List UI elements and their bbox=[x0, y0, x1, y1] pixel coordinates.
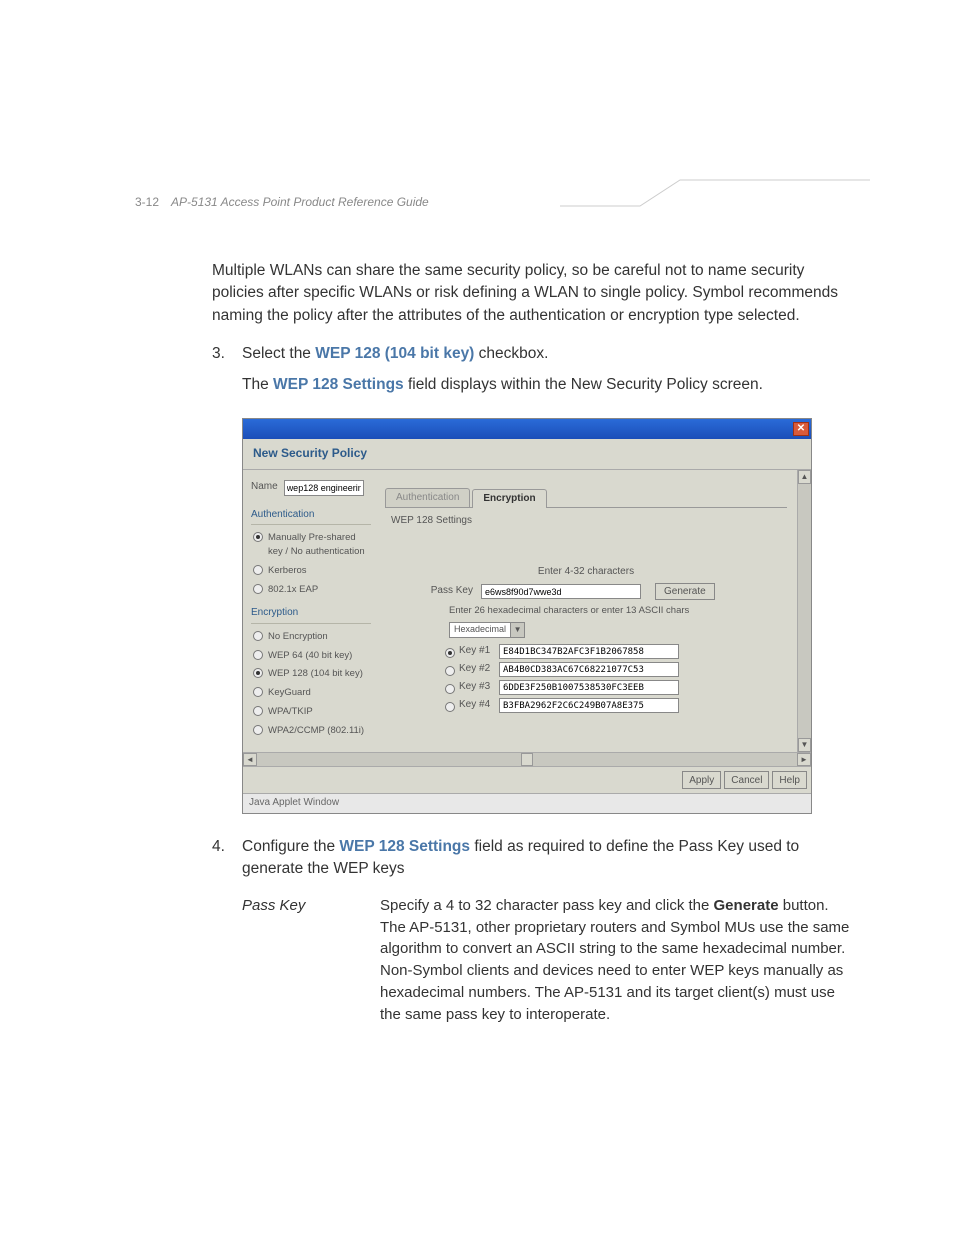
enc-option-wpa2ccmp[interactable]: WPA2/CCMP (802.11i) bbox=[251, 724, 371, 738]
cancel-button[interactable]: Cancel bbox=[724, 771, 769, 789]
wep128-settings-link: WEP 128 Settings bbox=[273, 376, 404, 393]
scroll-up-icon[interactable]: ▲ bbox=[798, 470, 811, 484]
key1-input[interactable] bbox=[499, 644, 679, 659]
step-3-line2: The WEP 128 Settings field displays with… bbox=[242, 374, 854, 396]
chevron-down-icon[interactable]: ▼ bbox=[510, 623, 524, 637]
step-4-text: Configure the WEP 128 Settings field as … bbox=[242, 836, 854, 881]
key2-label: Key #2 bbox=[459, 662, 499, 677]
scroll-left-icon[interactable]: ◄ bbox=[243, 753, 257, 766]
key-row-1: Key #1 bbox=[445, 644, 781, 659]
key3-radio[interactable] bbox=[445, 684, 455, 694]
name-label: Name bbox=[251, 480, 278, 495]
key1-label: Key #1 bbox=[459, 644, 499, 659]
scroll-down-icon[interactable]: ▼ bbox=[798, 738, 811, 752]
close-icon[interactable]: ✕ bbox=[793, 422, 809, 436]
wep128-link: WEP 128 (104 bit key) bbox=[315, 345, 474, 362]
wep128-settings-link2: WEP 128 Settings bbox=[339, 838, 470, 855]
help-button[interactable]: Help bbox=[772, 771, 807, 789]
page-number: 3-12 bbox=[135, 195, 159, 209]
fieldset-label: WEP 128 Settings bbox=[391, 514, 781, 529]
auth-option-manual[interactable]: Manually Pre-shared key / No authenticat… bbox=[251, 531, 371, 559]
key3-input[interactable] bbox=[499, 680, 679, 695]
char-note: Enter 4-32 characters bbox=[391, 565, 781, 580]
generate-bold: Generate bbox=[714, 897, 779, 914]
passkey-description: Specify a 4 to 32 character pass key and… bbox=[380, 895, 854, 1026]
format-value: Hexadecimal bbox=[450, 623, 510, 636]
passkey-input[interactable] bbox=[481, 584, 641, 599]
key-row-2: Key #2 bbox=[445, 662, 781, 677]
enc-header: Encryption bbox=[251, 606, 371, 624]
generate-button[interactable]: Generate bbox=[655, 583, 715, 600]
step-3-line1: Select the WEP 128 (104 bit key) checkbo… bbox=[242, 343, 854, 365]
dialog-title: New Security Policy bbox=[243, 439, 811, 469]
key4-label: Key #4 bbox=[459, 698, 499, 713]
titlebar: ✕ bbox=[243, 419, 811, 439]
auth-option-kerberos[interactable]: Kerberos bbox=[251, 564, 371, 578]
key1-radio[interactable] bbox=[445, 648, 455, 658]
enc-option-wpatkip[interactable]: WPA/TKIP bbox=[251, 705, 371, 719]
key3-label: Key #3 bbox=[459, 680, 499, 695]
hex-instruction: Enter 26 hexadecimal characters or enter… bbox=[449, 604, 781, 618]
key4-radio[interactable] bbox=[445, 702, 455, 712]
enc-option-wep64[interactable]: WEP 64 (40 bit key) bbox=[251, 649, 371, 663]
auth-option-8021x[interactable]: 802.1x EAP bbox=[251, 583, 371, 597]
scroll-right-icon[interactable]: ► bbox=[797, 753, 811, 766]
apply-button[interactable]: Apply bbox=[682, 771, 721, 789]
key4-input[interactable] bbox=[499, 698, 679, 713]
security-policy-dialog: ✕ New Security Policy Name Authenticatio… bbox=[242, 418, 812, 814]
enc-option-wep128[interactable]: WEP 128 (104 bit key) bbox=[251, 667, 371, 681]
intro-paragraph: Multiple WLANs can share the same securi… bbox=[212, 260, 854, 327]
key-row-3: Key #3 bbox=[445, 680, 781, 695]
auth-header: Authentication bbox=[251, 508, 371, 526]
name-input[interactable] bbox=[284, 480, 364, 496]
key-row-4: Key #4 bbox=[445, 698, 781, 713]
passkey-term: Pass Key bbox=[242, 895, 380, 1026]
header-decoration bbox=[560, 178, 870, 208]
applet-statusbar: Java Applet Window bbox=[243, 793, 811, 813]
format-dropdown[interactable]: Hexadecimal ▼ bbox=[449, 622, 525, 638]
enc-option-keyguard[interactable]: KeyGuard bbox=[251, 686, 371, 700]
tab-authentication[interactable]: Authentication bbox=[385, 488, 470, 508]
vertical-scrollbar[interactable]: ▲ ▼ bbox=[797, 470, 811, 753]
step-4-number: 4. bbox=[212, 836, 242, 1025]
key2-input[interactable] bbox=[499, 662, 679, 677]
step-3-number: 3. bbox=[212, 343, 242, 825]
passkey-label: Pass Key bbox=[391, 584, 481, 599]
key2-radio[interactable] bbox=[445, 666, 455, 676]
enc-option-none[interactable]: No Encryption bbox=[251, 630, 371, 644]
guide-title: AP-5131 Access Point Product Reference G… bbox=[171, 195, 429, 209]
tab-encryption[interactable]: Encryption bbox=[472, 489, 546, 509]
horizontal-scrollbar[interactable]: ◄ ► bbox=[243, 752, 811, 766]
